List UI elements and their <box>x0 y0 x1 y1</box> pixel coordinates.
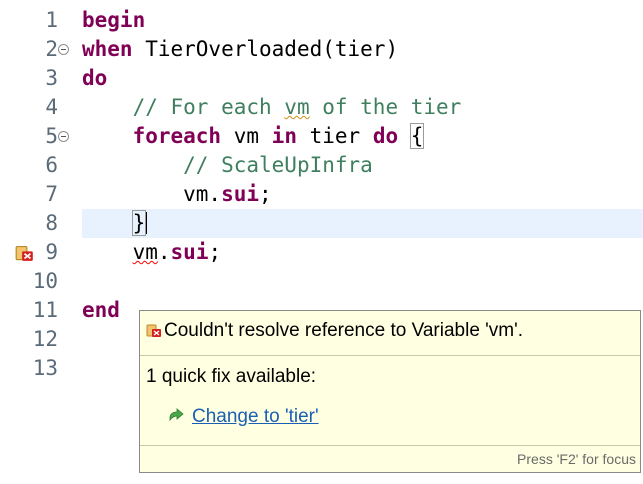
code-token: } <box>131 210 147 236</box>
code-token: end <box>82 298 120 322</box>
code-text[interactable]: } <box>82 209 148 238</box>
code-text[interactable]: begin <box>82 6 145 35</box>
hover-error-message: Couldn't resolve reference to Variable '… <box>146 320 523 342</box>
fold-toggle-icon[interactable] <box>58 131 69 142</box>
code-line[interactable]: 3 do <box>0 64 643 93</box>
code-line[interactable]: 4 // For each vm of the tier <box>0 93 643 122</box>
code-token: ; <box>208 240 222 264</box>
code-token: ; <box>259 182 272 206</box>
code-token: vm <box>284 95 310 119</box>
code-text[interactable]: foreach vm in tier do { <box>82 122 425 151</box>
code-text[interactable]: // For each vm of the tier <box>82 93 462 122</box>
code-line[interactable]: 5 foreach vm in tier do { <box>0 122 643 151</box>
code-token: begin <box>82 8 146 32</box>
hover-message-text: Couldn't resolve reference to Variable '… <box>164 320 524 341</box>
quickfix-count: 1 quick fix available: <box>146 366 317 387</box>
code-text[interactable]: end <box>82 296 120 325</box>
code-text[interactable]: do <box>82 64 107 93</box>
line-number: 3 <box>45 66 58 90</box>
code-line[interactable]: 9 vm.sui; <box>0 238 643 267</box>
quickfix-link[interactable]: Change to 'tier' <box>192 406 319 427</box>
code-line[interactable]: 10 <box>0 267 643 296</box>
code-line[interactable]: 6 // ScaleUpInfra <box>0 151 643 180</box>
line-number: 8 <box>45 211 58 235</box>
code-token: vm. <box>82 182 222 206</box>
line-number: 4 <box>45 95 58 119</box>
fold-toggle-icon[interactable] <box>58 44 69 55</box>
code-token: { <box>409 123 425 149</box>
hover-footer: Press 'F2' for focus <box>140 445 640 472</box>
line-number: 10 <box>32 269 58 293</box>
code-token: . <box>157 240 171 264</box>
code-token: vm <box>132 240 158 264</box>
code-token: do <box>372 124 399 148</box>
line-number: 11 <box>32 298 58 322</box>
code-token: of the tier <box>309 95 462 119</box>
focus-hint: Press 'F2' for focus <box>517 451 636 467</box>
code-token: sui <box>221 182 260 206</box>
code-token: // For each <box>132 95 285 119</box>
line-number: 13 <box>32 356 58 380</box>
line-number: 2 <box>45 37 58 61</box>
quickfix-item[interactable]: Change to 'tier' <box>168 406 319 428</box>
code-token: do <box>82 66 108 90</box>
line-number: 1 <box>45 8 58 32</box>
code-line[interactable]: 1 begin <box>0 6 643 35</box>
text-caret <box>145 212 148 234</box>
code-token: // ScaleUpInfra <box>183 153 373 177</box>
code-token: TierOverloaded(tier) <box>132 37 399 61</box>
error-hover-popup[interactable]: Couldn't resolve reference to Variable '… <box>139 310 641 473</box>
code-token: foreach <box>132 124 222 148</box>
hover-divider <box>140 355 640 356</box>
code-token: vm <box>221 124 272 148</box>
code-line[interactable]: 2 when TierOverloaded(tier) <box>0 35 643 64</box>
code-token: tier <box>296 124 373 148</box>
code-text[interactable]: vm.sui; <box>82 180 272 209</box>
code-token: sui <box>170 240 209 264</box>
code-line[interactable]: 8 } <box>0 209 643 238</box>
code-text[interactable]: // ScaleUpInfra <box>82 151 373 180</box>
quickfix-arrow-icon <box>169 408 184 422</box>
line-number: 12 <box>32 327 58 351</box>
code-text[interactable]: vm.sui; <box>82 238 222 267</box>
code-text[interactable]: when TierOverloaded(tier) <box>82 35 398 64</box>
line-number: 7 <box>45 182 58 206</box>
line-number: 5 <box>45 124 58 148</box>
error-icon <box>146 324 161 337</box>
code-token: in <box>271 124 297 148</box>
code-line[interactable]: 7 vm.sui; <box>0 180 643 209</box>
code-token: when <box>82 37 133 61</box>
line-number: 9 <box>45 240 58 264</box>
current-line-highlight <box>82 209 643 238</box>
line-number: 6 <box>45 153 58 177</box>
